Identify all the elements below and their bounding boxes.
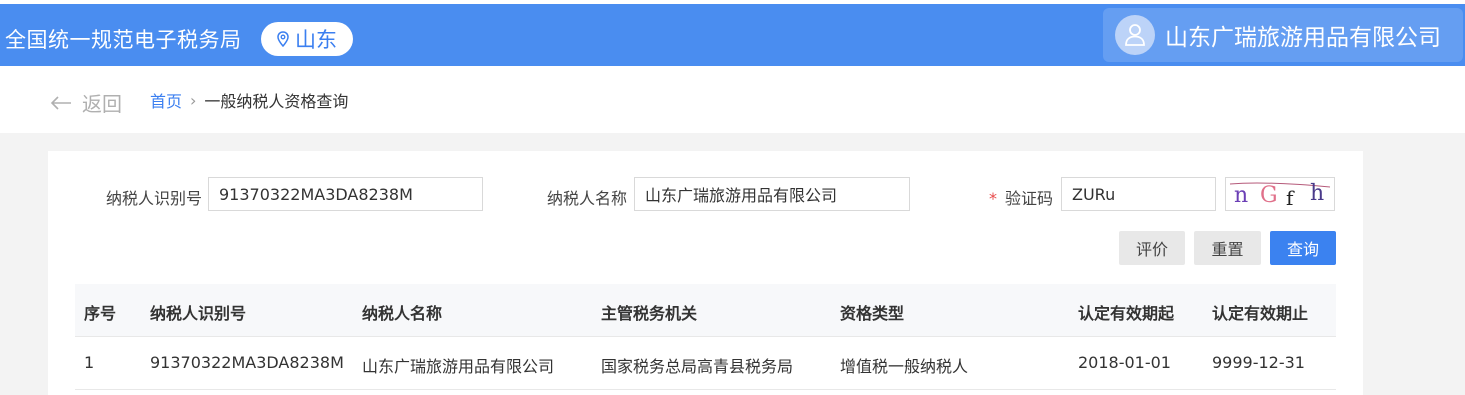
captcha-label: 验证码: [1005, 189, 1054, 208]
column-header-valid-to: 认定有效期止: [1212, 304, 1309, 323]
captcha-graphic: n G f h: [1229, 181, 1331, 210]
avatar: [1115, 15, 1155, 55]
captcha-label-group: * 验证码: [989, 185, 1053, 209]
cell-valid-to: 9999-12-31: [1212, 353, 1305, 372]
cell-index: 1: [84, 353, 95, 372]
site-title[interactable]: 全国统一规范电子税务局: [5, 24, 242, 54]
cell-valid-from: 2018-01-01: [1078, 353, 1171, 372]
region-label: 山东: [295, 28, 337, 52]
breadcrumb-separator: ›: [190, 90, 197, 110]
location-pin-icon: [277, 31, 289, 47]
back-label: 返回: [82, 92, 122, 116]
breadcrumb-bar: 返回 首页 › 一般纳税人资格查询: [0, 66, 1465, 133]
column-header-taxpayer-id: 纳税人识别号: [150, 304, 247, 323]
cell-taxpayer-id: 91370322MA3DA8238M: [150, 353, 344, 372]
breadcrumb-home-link[interactable]: 首页: [150, 88, 182, 112]
arrow-left-icon: [50, 95, 71, 110]
column-header-valid-from: 认定有效期起: [1078, 304, 1175, 323]
breadcrumb-current: 一般纳税人资格查询: [204, 92, 349, 111]
column-header-qualification-type: 资格类型: [840, 304, 905, 323]
company-name: 山东广瑞旅游用品有限公司: [1165, 25, 1441, 51]
result-table: 序号 纳税人识别号 纳税人名称 主管税务机关 资格类型 认定有效期起 认定有效期…: [75, 284, 1336, 390]
table-row[interactable]: 1 91370322MA3DA8238M 山东广瑞旅游用品有限公司 国家税务总局…: [75, 337, 1336, 390]
column-header-tax-authority: 主管税务机关: [601, 304, 698, 323]
query-panel: 纳税人识别号 纳税人名称 * 验证码 n G f h 评价 重置 查询 序号 纳税…: [48, 151, 1363, 395]
captcha-char-1: n: [1234, 183, 1248, 208]
cell-qualification-type: 增值税一般纳税人: [840, 357, 969, 376]
user-icon: [1125, 24, 1145, 46]
captcha-char-3: f: [1286, 186, 1295, 210]
captcha-image[interactable]: n G f h: [1225, 177, 1335, 211]
user-menu[interactable]: 山东广瑞旅游用品有限公司: [1103, 8, 1463, 62]
captcha-char-2: G: [1260, 183, 1278, 208]
evaluate-button[interactable]: 评价: [1119, 231, 1185, 265]
table-header: 序号 纳税人识别号 纳税人名称 主管税务机关 资格类型 认定有效期起 认定有效期…: [75, 284, 1336, 337]
required-star: *: [989, 189, 997, 208]
region-selector[interactable]: 山东: [261, 22, 353, 56]
breadcrumb: 首页 › 一般纳税人资格查询: [150, 88, 348, 112]
captcha-input[interactable]: [1061, 177, 1216, 211]
top-header: 全国统一规范电子税务局 山东 山东广瑞旅游用品有限公司: [0, 4, 1465, 66]
query-button[interactable]: 查询: [1270, 231, 1336, 265]
cell-tax-authority: 国家税务总局高青县税务局: [601, 357, 794, 376]
taxpayer-name-label: 纳税人名称: [547, 189, 628, 208]
taxpayer-id-label: 纳税人识别号: [106, 189, 203, 208]
reset-button[interactable]: 重置: [1194, 231, 1261, 265]
taxpayer-name-input[interactable]: [634, 177, 910, 211]
captcha-char-4: h: [1310, 181, 1324, 206]
cell-taxpayer-name: 山东广瑞旅游用品有限公司: [362, 357, 555, 376]
taxpayer-id-input[interactable]: [208, 177, 483, 211]
back-button[interactable]: 返回: [50, 88, 122, 117]
column-header-taxpayer-name: 纳税人名称: [362, 304, 443, 323]
column-header-index: 序号: [84, 304, 117, 323]
